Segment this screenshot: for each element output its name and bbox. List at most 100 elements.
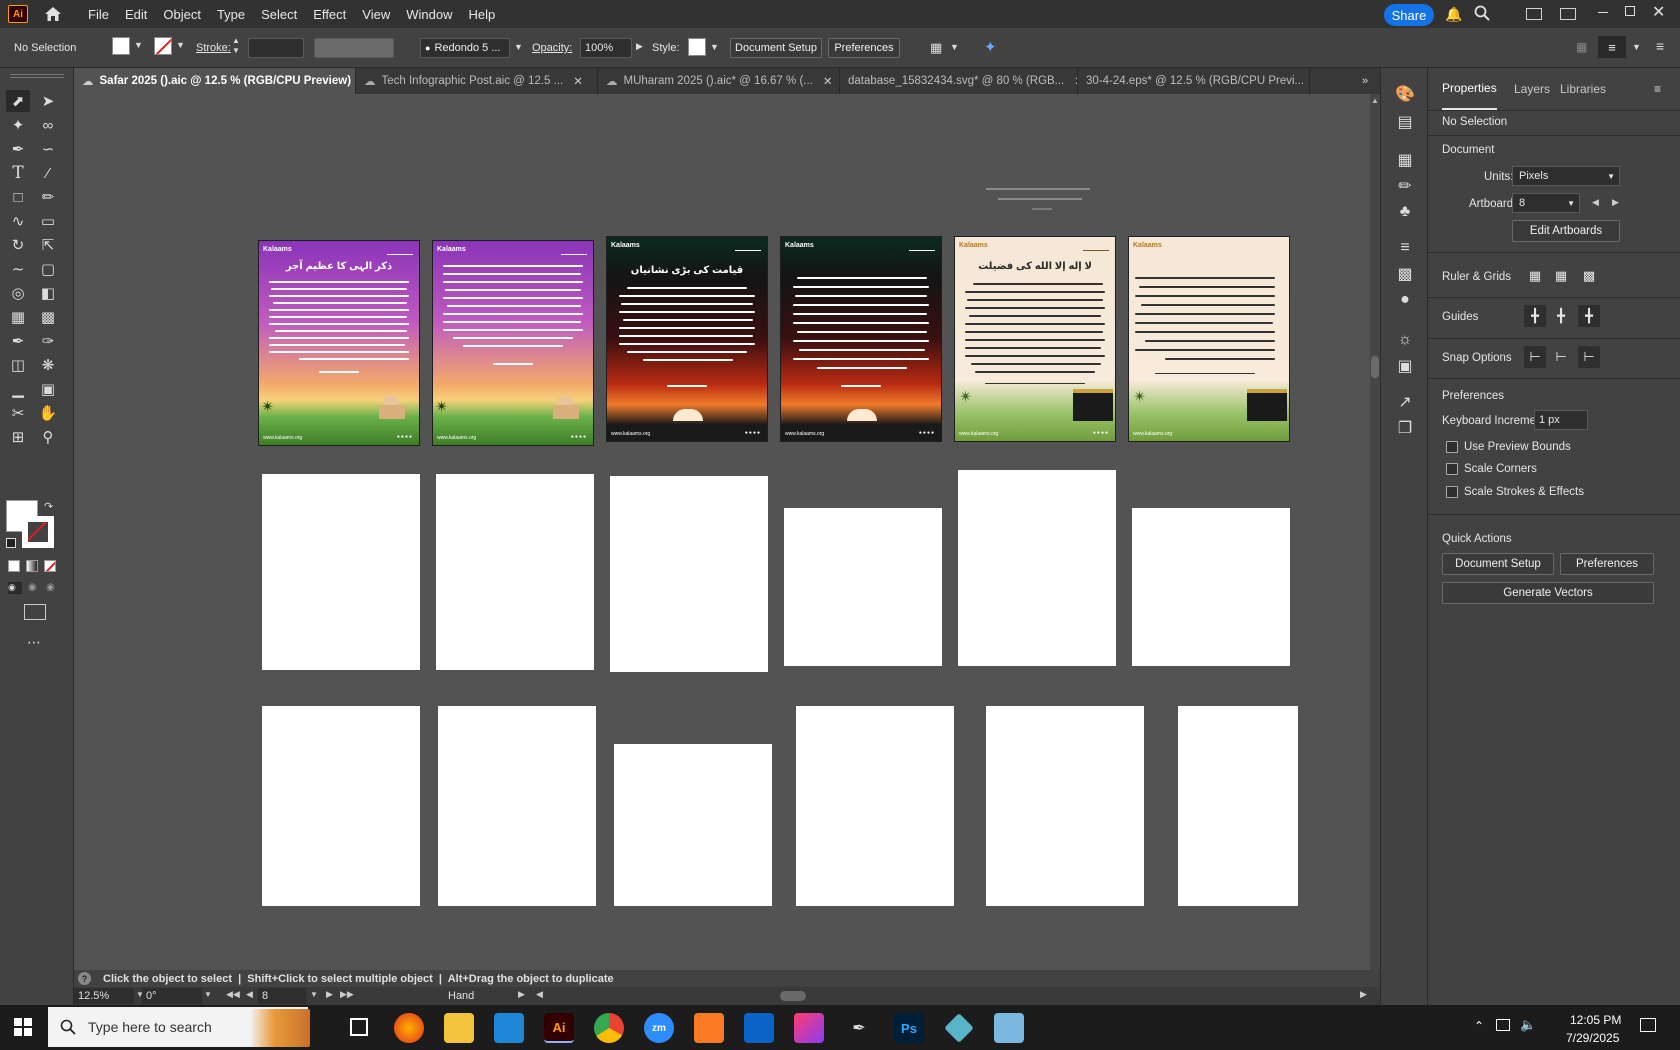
menu-select[interactable]: Select <box>253 7 305 22</box>
grid-icon[interactable]: ▦ <box>1550 265 1572 287</box>
column-graph-tool-icon[interactable]: ▁ <box>6 378 30 400</box>
artboard-blank[interactable] <box>986 706 1144 906</box>
color-panel-icon[interactable]: 🎨 <box>1393 82 1417 106</box>
artboard-blank[interactable] <box>262 706 420 906</box>
tab-safar-2025[interactable]: ☁ Safar 2025 ().aic @ 12.5 % (RGB/CPU Pr… <box>74 68 356 94</box>
edit-toolbar-icon[interactable]: ⋯ <box>27 634 42 651</box>
zoom-tool-icon[interactable]: ⚲ <box>36 426 60 448</box>
artboard-poster[interactable]: Kalaams لا إله إلا الله کی فضیلت ✴ www.k… <box>954 236 1116 442</box>
scale-tool-icon[interactable]: ⇱ <box>36 234 60 256</box>
volume-icon[interactable]: 🔈 <box>1520 1017 1536 1033</box>
artboard-blank[interactable] <box>614 744 772 906</box>
stroke-stepper[interactable]: ▲ ▼ <box>232 36 244 58</box>
illustrator-taskbar-icon[interactable]: Ai <box>544 1013 574 1043</box>
artboard-blank[interactable] <box>1178 706 1298 906</box>
symbol-sprayer-tool-icon[interactable]: ❋ <box>36 354 60 376</box>
share-button[interactable]: Share <box>1384 4 1434 26</box>
stroke-weight-input[interactable] <box>248 38 304 58</box>
home-icon[interactable] <box>44 6 62 22</box>
snap-to-point-icon[interactable]: ⊢ <box>1524 346 1546 368</box>
more-tabs-icon[interactable]: » <box>1350 68 1380 94</box>
artboard-poster[interactable]: Kalaams قیامت کی بڑی نشانیاں www.kalaams… <box>606 236 768 442</box>
line-tool-icon[interactable]: ⁄ <box>36 162 60 184</box>
vertical-scrollbar[interactable]: ▲ ▼ <box>1370 94 1380 987</box>
taskbar-date[interactable]: 7/29/2025 <box>1566 1031 1619 1045</box>
chevron-down-icon[interactable]: ▼ <box>950 42 959 52</box>
shape-builder-tool-icon[interactable]: ◎ <box>6 282 30 304</box>
paintbrush-tool-icon[interactable]: ✏ <box>36 186 60 208</box>
keyboard-increment-input[interactable]: 1 px <box>1534 410 1588 430</box>
draw-behind-icon[interactable]: ◉ <box>28 582 37 593</box>
transparency-panel-icon[interactable]: ● <box>1393 288 1417 312</box>
windows-start-icon[interactable] <box>14 1018 32 1036</box>
artboard-blank[interactable] <box>796 706 954 906</box>
bell-icon[interactable]: 🔔 <box>1445 6 1462 23</box>
export-panel-icon[interactable]: ↗ <box>1393 390 1417 414</box>
menu-view[interactable]: View <box>354 7 398 22</box>
screen-mode-icon[interactable] <box>24 604 46 620</box>
show-guides-icon[interactable]: ╋ <box>1524 305 1546 327</box>
mesh-tool-icon[interactable]: ▦ <box>6 306 30 328</box>
creative-cloud-icon[interactable] <box>794 1013 824 1043</box>
scale-strokes-checkbox[interactable] <box>1446 486 1458 498</box>
measure-tool-icon[interactable]: ✑ <box>36 330 60 352</box>
document-panel-icon[interactable]: ▤ <box>1393 110 1417 134</box>
artboard-blank[interactable] <box>610 476 768 672</box>
panel-options-icon[interactable]: ≡ <box>1654 82 1661 96</box>
libraries-panel-icon[interactable]: ▦ <box>1393 148 1417 172</box>
stroke-color-swatch[interactable] <box>22 516 54 548</box>
chevron-down-icon[interactable]: ▼ <box>1632 42 1641 52</box>
artboard-poster[interactable]: Kalaams ✴ www.kalaams.org <box>1128 236 1290 442</box>
app-diamond-icon[interactable] <box>944 1013 974 1043</box>
menu-help[interactable]: Help <box>460 7 503 22</box>
slice-tool-icon[interactable]: ✂ <box>6 402 30 424</box>
horizontal-scroll-thumb[interactable] <box>780 991 806 1001</box>
edit-artboards-button[interactable]: Edit Artboards <box>1512 220 1620 242</box>
menu-effect[interactable]: Effect <box>305 7 354 22</box>
tab-muharam-2025[interactable]: ☁ MUharam 2025 ().aic* @ 16.67 % (... ✕ <box>598 68 840 94</box>
artboard-blank[interactable] <box>1132 508 1290 666</box>
tab-layers[interactable]: Layers <box>1514 68 1550 110</box>
prev-artboard-icon[interactable]: ◀ <box>246 989 253 1000</box>
chrome-icon[interactable] <box>594 1013 624 1043</box>
tab-database-svg[interactable]: database_15832434.svg* @ 80 % (RGB... ✕ <box>840 68 1078 94</box>
artboard-poster[interactable]: Kalaams ✴ www.kalaams.org ●●●● <box>432 240 594 446</box>
tab-properties[interactable]: Properties <box>1442 68 1497 110</box>
eyedropper-tool-icon[interactable]: ✒ <box>6 330 30 352</box>
toolbar-grip[interactable] <box>10 74 64 78</box>
xampp-icon[interactable] <box>694 1013 724 1043</box>
eraser-tool-icon[interactable]: ▭ <box>36 210 60 232</box>
workspace-icon[interactable] <box>1526 8 1542 20</box>
tab-libraries[interactable]: Libraries <box>1558 68 1608 110</box>
file-explorer-icon[interactable] <box>444 1013 474 1043</box>
vscode-icon[interactable] <box>494 1013 524 1043</box>
chevron-down-icon[interactable]: ▼ <box>710 42 719 52</box>
type-tool-icon[interactable]: T <box>6 162 30 184</box>
show-hidden-icons[interactable]: ⌃ <box>1474 1019 1484 1033</box>
chevron-right-icon[interactable]: ▶ <box>636 41 643 52</box>
menu-object[interactable]: Object <box>155 7 209 22</box>
arrange-icon[interactable]: ▦ <box>1576 40 1587 54</box>
color-mode-icon[interactable] <box>8 560 20 572</box>
help-icon[interactable]: ? <box>78 972 91 985</box>
artboard-blank[interactable] <box>262 474 420 670</box>
chevron-down-icon[interactable]: ▼ <box>176 40 185 50</box>
artboard-tool-icon[interactable]: ▣ <box>36 378 60 400</box>
menu-file[interactable]: File <box>80 7 117 22</box>
generate-vectors-button[interactable]: Generate Vectors <box>1442 582 1654 604</box>
artboards-panel-icon[interactable]: ❐ <box>1393 416 1417 440</box>
style-swatch[interactable] <box>688 38 706 56</box>
panel-menu-icon[interactable]: ≡ <box>1598 36 1626 58</box>
use-preview-bounds-checkbox[interactable] <box>1446 441 1458 453</box>
units-select[interactable]: Pixels ▼ <box>1512 166 1620 186</box>
fill-swatch[interactable] <box>112 37 130 55</box>
free-transform-tool-icon[interactable]: ▢ <box>36 258 60 280</box>
preferences-button[interactable]: Preferences <box>1560 553 1654 575</box>
none-mode-icon[interactable] <box>44 560 56 572</box>
outlook-icon[interactable] <box>744 1013 774 1043</box>
print-tiling-tool-icon[interactable]: ⊞ <box>6 426 30 448</box>
close-icon[interactable]: ✕ <box>823 74 833 88</box>
next-artboard-icon[interactable]: ▶ <box>1612 197 1619 208</box>
last-artboard-icon[interactable]: ▶▶ <box>340 989 354 1000</box>
snap-to-glyph-icon[interactable]: ⊢ <box>1578 346 1600 368</box>
